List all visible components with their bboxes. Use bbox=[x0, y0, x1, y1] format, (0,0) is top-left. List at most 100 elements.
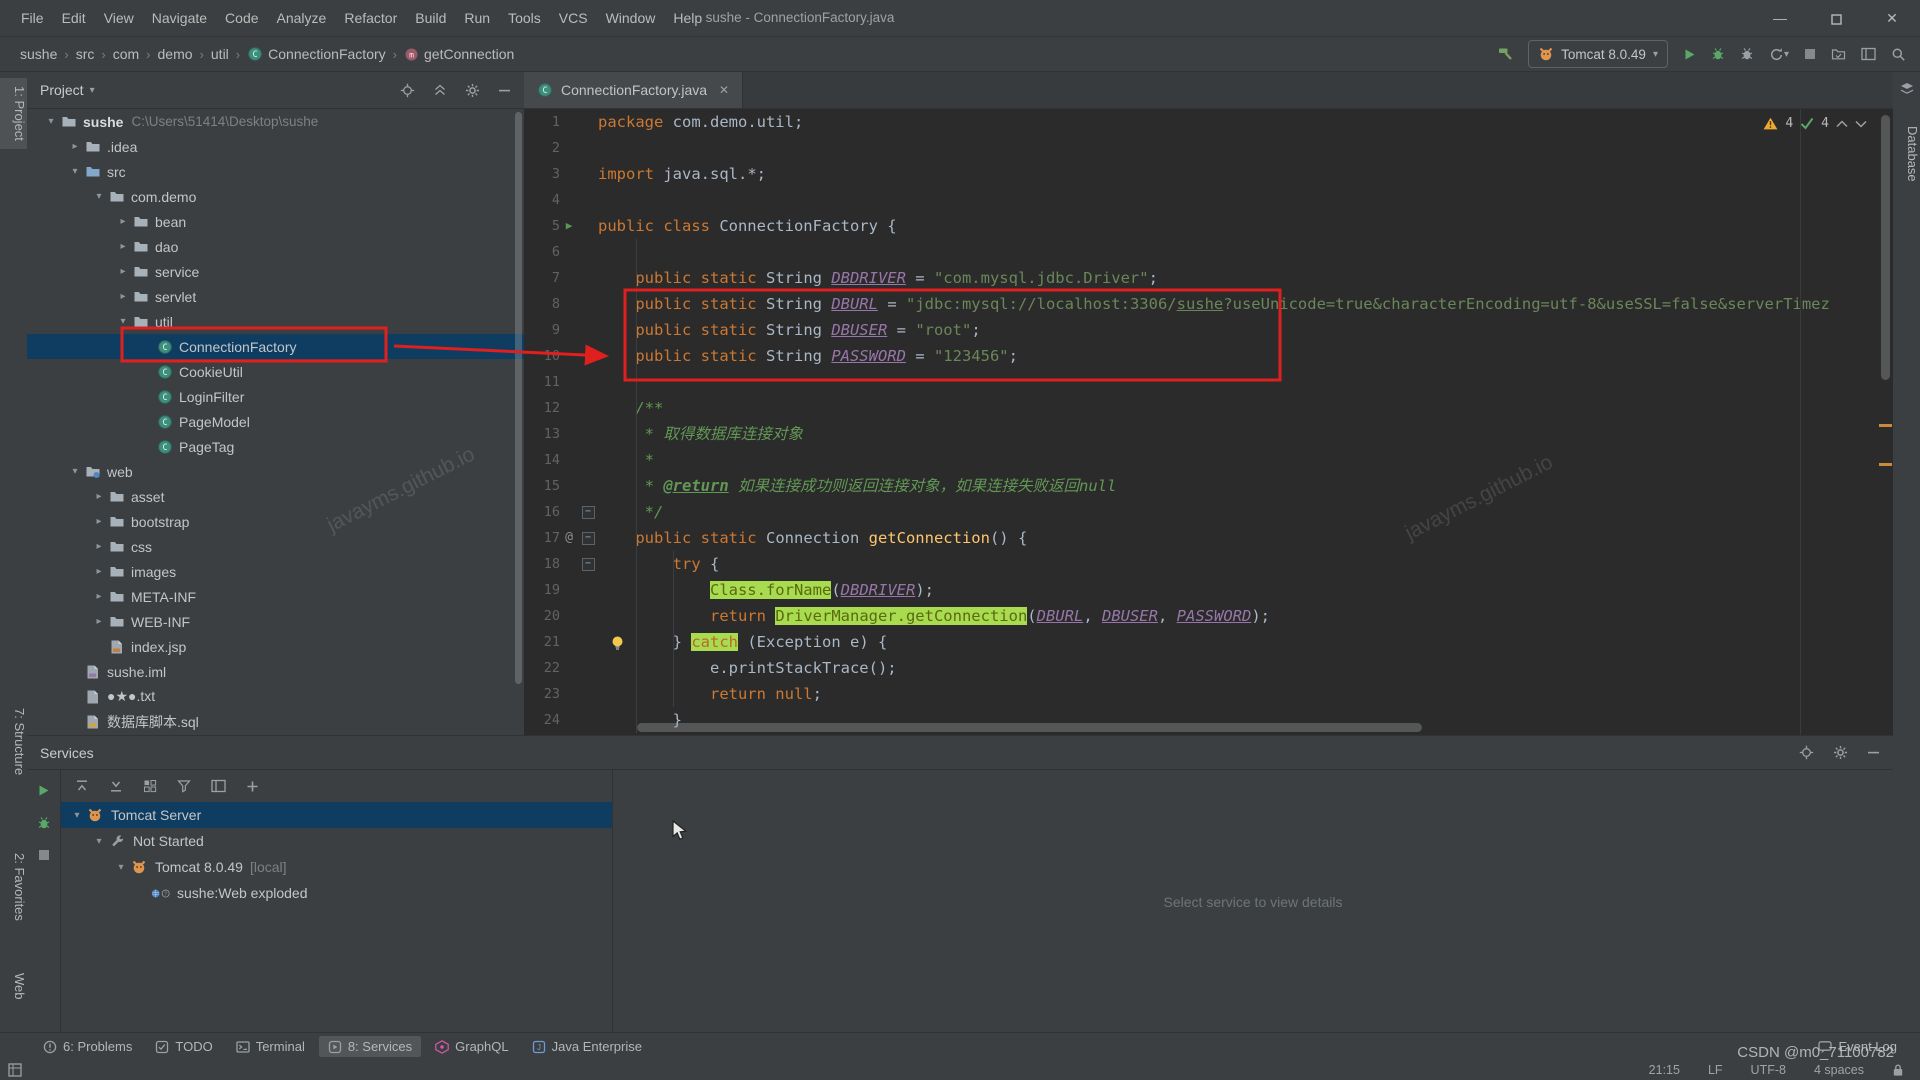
menu-tools[interactable]: Tools bbox=[499, 0, 550, 36]
menu-analyze[interactable]: Analyze bbox=[268, 0, 336, 36]
hide-panel-icon[interactable] bbox=[1867, 746, 1880, 759]
status-21-15[interactable]: 21:15 bbox=[1649, 1063, 1680, 1077]
chevron-right-icon[interactable]: ▸ bbox=[91, 491, 107, 502]
statusbar-graphql[interactable]: GraphQL bbox=[426, 1036, 517, 1057]
minimize-button[interactable]: — bbox=[1752, 0, 1808, 36]
tree-item-sushe-iml[interactable]: sushe.iml bbox=[27, 659, 524, 684]
services-item-tomcat-8-0-49[interactable]: ▾ Tomcat 8.0.49 [local] bbox=[61, 854, 612, 880]
tree-item-servlet[interactable]: ▸ servlet bbox=[27, 284, 524, 309]
gear-icon[interactable] bbox=[465, 83, 480, 98]
tool-button-2-favorites[interactable]: 2: Favorites bbox=[0, 845, 27, 929]
code-line-22[interactable]: 22 e.printStackTrace(); bbox=[524, 655, 1893, 681]
tree-item-index-jsp[interactable]: index.jsp bbox=[27, 634, 524, 659]
tree-item-idea[interactable]: ▸ .idea bbox=[27, 134, 524, 159]
tree-item-dao[interactable]: ▸ dao bbox=[27, 234, 524, 259]
breadcrumb-sushe[interactable]: sushe bbox=[16, 46, 61, 62]
filter-icon[interactable] bbox=[177, 779, 191, 793]
menu-view[interactable]: View bbox=[95, 0, 143, 36]
debug-service-icon[interactable] bbox=[37, 816, 51, 830]
tree-item-service[interactable]: ▸ service bbox=[27, 259, 524, 284]
code-line-11[interactable]: 11 bbox=[524, 369, 1893, 395]
menu-build[interactable]: Build bbox=[406, 0, 455, 36]
chevron-right-icon[interactable]: ▸ bbox=[115, 241, 131, 252]
chevron-right-icon[interactable]: ▸ bbox=[91, 541, 107, 552]
statusbar-6-problems[interactable]: 6: Problems bbox=[34, 1036, 141, 1057]
code-line-5[interactable]: 5 ▶ public class ConnectionFactory { bbox=[524, 213, 1893, 239]
breadcrumb-util[interactable]: util bbox=[207, 46, 233, 62]
code-line-16[interactable]: 16 − */ bbox=[524, 499, 1893, 525]
statusbar-todo[interactable]: TODO bbox=[146, 1036, 221, 1057]
chevron-right-icon[interactable]: ▸ bbox=[67, 141, 83, 152]
chevron-down-icon[interactable]: ▾ bbox=[43, 116, 59, 127]
gear-icon[interactable] bbox=[1833, 745, 1848, 760]
code-line-13[interactable]: 13 * 取得数据库连接对象 bbox=[524, 421, 1893, 447]
intention-bulb-icon[interactable] bbox=[610, 633, 625, 651]
chevron-right-icon[interactable]: ▸ bbox=[91, 516, 107, 527]
code-line-19[interactable]: 19 Class.forName(DBDRIVER); bbox=[524, 577, 1893, 603]
editor-vertical-scrollbar[interactable] bbox=[1881, 115, 1890, 380]
chevron-down-icon[interactable]: ▾ bbox=[91, 191, 107, 202]
fold-marker-icon[interactable]: − bbox=[578, 551, 598, 577]
services-item-tomcat-server[interactable]: ▾ Tomcat Server bbox=[61, 802, 612, 828]
debug-button[interactable] bbox=[1711, 47, 1725, 61]
inspections-widget[interactable]: 4 4 bbox=[1763, 116, 1867, 131]
menu-edit[interactable]: Edit bbox=[53, 0, 95, 36]
locate-icon[interactable] bbox=[1799, 745, 1814, 760]
tree-item-sql[interactable]: 数据库脚本.sql bbox=[27, 709, 524, 734]
chevron-down-icon[interactable]: ▾ bbox=[113, 862, 129, 873]
code-line-7[interactable]: 7 public static String DBDRIVER = "com.m… bbox=[524, 265, 1893, 291]
tree-item-com-demo[interactable]: ▾ com.demo bbox=[27, 184, 524, 209]
services-item-not-started[interactable]: ▾ Not Started bbox=[61, 828, 612, 854]
editor-body[interactable]: 1 package com.demo.util; 2 3 import java.sql… bbox=[524, 109, 1893, 735]
tree-item-util[interactable]: ▾ util bbox=[27, 309, 524, 334]
locate-file-icon[interactable] bbox=[400, 83, 415, 98]
run-service-icon[interactable] bbox=[37, 784, 50, 797]
close-button[interactable]: ✕ bbox=[1864, 0, 1920, 36]
menu-run[interactable]: Run bbox=[455, 0, 499, 36]
menu-navigate[interactable]: Navigate bbox=[143, 0, 216, 36]
code-line-9[interactable]: 9 public static String DBUSER = "root"; bbox=[524, 317, 1893, 343]
hide-panel-icon[interactable] bbox=[498, 84, 511, 97]
tool-window-switcher-icon[interactable] bbox=[8, 1063, 22, 1077]
layout-button[interactable] bbox=[1861, 47, 1876, 61]
tree-item-connectionfactory[interactable]: C ConnectionFactory bbox=[27, 334, 524, 359]
next-issue-icon[interactable] bbox=[1855, 120, 1867, 128]
add-service-icon[interactable] bbox=[246, 780, 259, 793]
code-line-12[interactable]: 12 /** bbox=[524, 395, 1893, 421]
view-options-icon[interactable] bbox=[211, 779, 226, 793]
tree-item-css[interactable]: ▸ css bbox=[27, 534, 524, 559]
chevron-right-icon[interactable]: ▸ bbox=[115, 216, 131, 227]
run-button[interactable] bbox=[1683, 48, 1696, 61]
chevron-down-icon[interactable]: ▾ bbox=[67, 466, 83, 477]
chevron-right-icon[interactable]: ▸ bbox=[91, 591, 107, 602]
lock-icon[interactable] bbox=[1892, 1063, 1904, 1077]
run-configuration-select[interactable]: Tomcat 8.0.49 ▾ bbox=[1528, 40, 1668, 68]
menu-code[interactable]: Code bbox=[216, 0, 267, 36]
tab-connectionfactory[interactable]: C ConnectionFactory.java ✕ bbox=[524, 72, 744, 108]
breadcrumb-com[interactable]: com bbox=[109, 46, 143, 62]
prev-issue-icon[interactable] bbox=[1836, 119, 1848, 128]
collapse-all-icon[interactable] bbox=[433, 83, 447, 97]
stop-service-icon[interactable] bbox=[38, 849, 50, 861]
code-line-10[interactable]: 10 public static String PASSWORD = "1234… bbox=[524, 343, 1893, 369]
code-line-20[interactable]: 20 return DriverManager.getConnection(DB… bbox=[524, 603, 1893, 629]
code-line-18[interactable]: 18 − try { bbox=[524, 551, 1893, 577]
warning-stripe-mark[interactable] bbox=[1879, 463, 1892, 466]
rerun-button[interactable]: ▾ bbox=[1769, 47, 1789, 62]
menu-file[interactable]: File bbox=[12, 0, 53, 36]
menu-vcs[interactable]: VCS bbox=[550, 0, 597, 36]
editor-horizontal-scrollbar[interactable] bbox=[637, 723, 1422, 732]
tree-item-txt[interactable]: ●★●.txt bbox=[27, 684, 524, 709]
chevron-down-icon[interactable]: ▾ bbox=[91, 836, 107, 847]
status-utf-8[interactable]: UTF-8 bbox=[1751, 1063, 1786, 1077]
status-4-spaces[interactable]: 4 spaces bbox=[1814, 1063, 1864, 1077]
layers-icon[interactable] bbox=[1893, 82, 1920, 96]
tree-item-bean[interactable]: ▸ bean bbox=[27, 209, 524, 234]
chevron-down-icon[interactable]: ▾ bbox=[115, 316, 131, 327]
tree-item-web-inf[interactable]: ▸ WEB-INF bbox=[27, 609, 524, 634]
group-by-icon[interactable] bbox=[143, 779, 157, 793]
breadcrumb-getconnection[interactable]: m getConnection bbox=[400, 46, 518, 62]
scroll-to-top-icon[interactable] bbox=[75, 779, 89, 793]
code-line-2[interactable]: 2 bbox=[524, 135, 1893, 161]
tool-button-database[interactable]: Database bbox=[1893, 118, 1920, 190]
